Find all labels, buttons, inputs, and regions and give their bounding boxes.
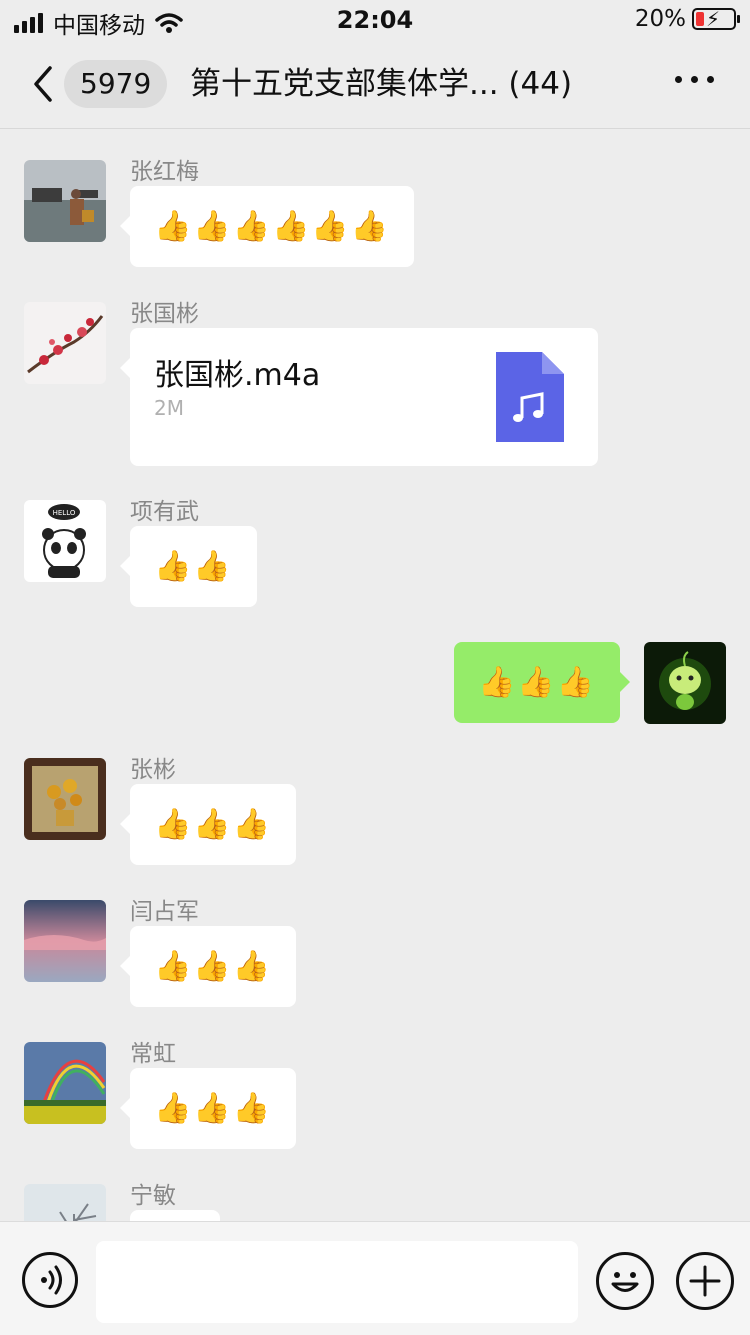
input-bar <box>0 1221 750 1335</box>
file-message-bubble[interactable]: 张国彬.m4a 2M <box>120 328 598 466</box>
music-file-icon <box>496 352 564 442</box>
voice-icon[interactable] <box>22 1252 78 1308</box>
message-text: 👍👍👍👍👍👍 <box>154 209 391 244</box>
sender-name: 项有武 <box>130 499 199 525</box>
message-text <box>130 1210 220 1221</box>
plus-icon[interactable] <box>676 1252 734 1310</box>
avatar[interactable] <box>24 302 106 384</box>
message-bubble[interactable] <box>130 1210 220 1221</box>
sender-name: 张红梅 <box>130 159 199 185</box>
message-bubble[interactable]: 👍👍👍👍👍👍 <box>119 186 415 267</box>
sender-name: 常虹 <box>130 1041 176 1067</box>
message-bubble[interactable]: 👍👍 <box>120 526 257 607</box>
message-text: 👍👍👍 <box>154 1091 273 1126</box>
message-text: 👍👍👍 <box>154 807 273 842</box>
message-list[interactable]: 张红梅 👍👍👍👍👍👍 张国彬 张国彬.m4a 2M HELLO 项有武 👍👍 👍… <box>0 129 750 1221</box>
chat-title[interactable]: 第十五党支部集体学... (44) <box>190 62 572 106</box>
back-chevron-icon[interactable] <box>28 64 58 104</box>
avatar[interactable] <box>24 1184 106 1221</box>
message-text: 👍👍👍 <box>154 949 273 984</box>
chat-header: 5979 第十五党支部集体学... (44) <box>0 40 750 129</box>
avatar[interactable] <box>24 900 106 982</box>
emoji-icon[interactable] <box>596 1252 654 1310</box>
more-dots-icon[interactable] <box>675 76 714 83</box>
message-text: 👍👍 <box>154 549 233 584</box>
avatar-self[interactable] <box>644 642 726 724</box>
sender-name: 张国彬 <box>130 301 199 327</box>
avatar[interactable] <box>24 758 106 840</box>
battery-icon: ⚡ <box>692 7 740 31</box>
avatar[interactable] <box>24 1042 106 1124</box>
file-name: 张国彬.m4a <box>154 358 321 393</box>
battery-percent: 20% <box>634 6 686 32</box>
message-bubble[interactable]: 👍👍👍 <box>119 784 297 865</box>
status-bar: 中国移动 22:04 20% ⚡ <box>0 0 750 40</box>
message-input[interactable] <box>96 1241 578 1323</box>
svg-text:HELLO: HELLO <box>53 509 76 517</box>
unread-count-badge[interactable]: 5979 <box>64 60 168 108</box>
sender-name: 宁敏 <box>130 1183 176 1209</box>
message-bubble[interactable]: 👍👍👍 <box>119 1068 297 1149</box>
message-text: 👍👍👍 <box>477 665 596 700</box>
file-size: 2M <box>154 396 184 420</box>
message-bubble[interactable]: 👍👍👍 <box>119 926 297 1007</box>
sender-name: 张彬 <box>130 757 176 783</box>
avatar[interactable] <box>24 160 106 242</box>
sender-name: 闫占军 <box>130 899 199 925</box>
message-bubble-self[interactable]: 👍👍👍 <box>453 642 631 723</box>
avatar[interactable]: HELLO <box>24 500 106 582</box>
